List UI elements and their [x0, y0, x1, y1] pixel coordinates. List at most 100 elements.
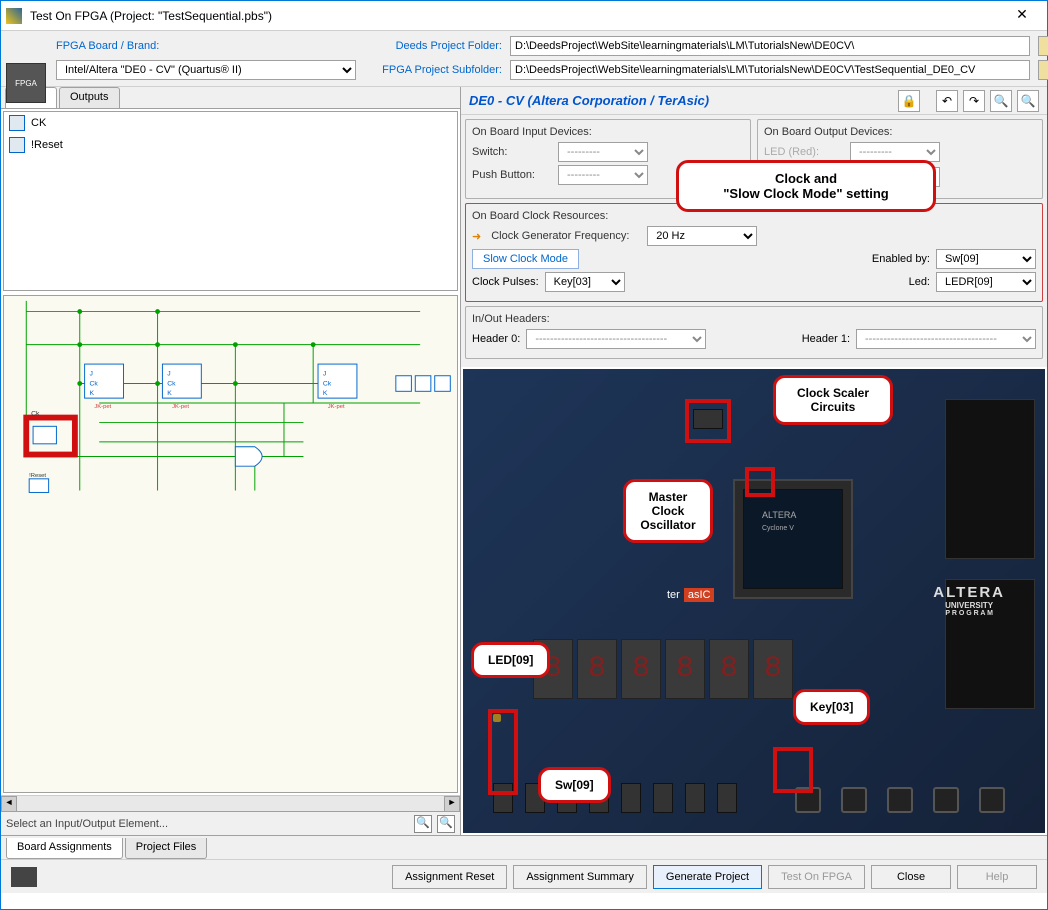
io-tabs: Inputs Outputs — [1, 87, 460, 109]
bottom-tabs: Board Assignments Project Files — [1, 835, 1047, 859]
svg-text:Ck: Ck — [323, 380, 332, 387]
clock-icon — [9, 115, 25, 131]
push-button-label: Push Button: — [472, 169, 552, 181]
highlight-key — [773, 747, 813, 793]
schematic-scrollbar[interactable]: ◄ ► — [1, 795, 460, 811]
input-devices-title: On Board Input Devices: — [472, 126, 744, 138]
top-labels: FPGA Board / Brand: Deeds Project Folder… — [56, 35, 1048, 82]
key-button — [979, 787, 1005, 813]
assignment-summary-button[interactable]: Assignment Summary — [513, 865, 647, 889]
chip-icon — [11, 867, 37, 887]
board-image[interactable]: ALTERA Cyclone V terasIC ALTERA UNIVERSI… — [463, 369, 1045, 833]
window-title: Test On FPGA (Project: "TestSequential.p… — [30, 9, 1002, 23]
close-icon[interactable]: ✕ — [1002, 6, 1042, 26]
reset-icon — [9, 137, 25, 153]
left-status-row: Select an Input/Output Element... 🔍 🔍 — [1, 811, 460, 835]
header0-select[interactable]: ------------------------------------ — [526, 329, 706, 349]
close-button[interactable]: Close — [871, 865, 951, 889]
project-folder-label: Deeds Project Folder: — [372, 40, 502, 52]
generate-project-button[interactable]: Generate Project — [653, 865, 762, 889]
tab-project-files[interactable]: Project Files — [125, 838, 208, 859]
highlight-led-sw — [488, 709, 518, 795]
switch-label: Switch: — [472, 146, 552, 158]
project-subfolder-input[interactable] — [510, 60, 1030, 80]
undo-icon[interactable]: ↶ — [936, 90, 958, 112]
led-select: --------- — [850, 142, 940, 162]
scroll-track[interactable] — [17, 796, 444, 811]
callout-clock-setting: Clock and "Slow Clock Mode" setting — [676, 160, 936, 212]
callout-led09: LED[09] — [471, 642, 550, 678]
zoom-in-icon[interactable]: 🔍 — [414, 815, 432, 833]
callout-oscillator: Master Clock Oscillator — [623, 479, 713, 543]
schematic-area[interactable]: J K Ck JK-pet J K Ck JK-pet J K Ck JK-pe… — [3, 295, 458, 793]
zoom-out-board-icon[interactable]: 🔍 — [1017, 90, 1039, 112]
header1-label: Header 1: — [802, 333, 850, 345]
folder-icon[interactable] — [1038, 36, 1048, 56]
led-label: LED (Red): — [764, 146, 844, 158]
seg-digit: 8 — [665, 639, 705, 699]
header1-select[interactable]: ------------------------------------ — [856, 329, 1036, 349]
redo-icon[interactable]: ↷ — [963, 90, 985, 112]
key-button — [933, 787, 959, 813]
titlebar: Test On FPGA (Project: "TestSequential.p… — [1, 1, 1047, 31]
led-out-label: Led: — [909, 276, 930, 288]
fpga-logo: FPGA — [6, 63, 46, 103]
signals-list[interactable]: CK !Reset — [3, 111, 458, 291]
seg-digit: 8 — [621, 639, 661, 699]
seg-digit: 8 — [577, 639, 617, 699]
scroll-left-icon[interactable]: ◄ — [1, 796, 17, 812]
signal-ck-label: CK — [31, 117, 46, 129]
app-icon — [6, 8, 22, 24]
enabled-by-select[interactable]: Sw[09] — [936, 249, 1036, 269]
tab-outputs[interactable]: Outputs — [59, 87, 120, 108]
push-button-select[interactable]: --------- — [558, 165, 648, 185]
led-out-select[interactable]: LEDR[09] — [936, 272, 1036, 292]
right-pane: DE0 - CV (Altera Corporation / TerAsic) … — [461, 87, 1047, 835]
io-headers-title: In/Out Headers: — [472, 313, 1036, 325]
board-title: DE0 - CV (Altera Corporation / TerAsic) — [469, 93, 893, 108]
svg-text:JK-pet: JK-pet — [328, 404, 345, 410]
svg-text:J: J — [89, 371, 92, 378]
switches-row — [493, 783, 737, 813]
switch-select[interactable]: --------- — [558, 142, 648, 162]
svg-text:Ck: Ck — [167, 380, 176, 387]
signal-reset-label: !Reset — [31, 139, 63, 151]
header0-label: Header 0: — [472, 333, 520, 345]
seven-seg-displays: 8 8 8 8 8 8 — [533, 639, 793, 699]
terasic-logo: terasIC — [663, 589, 714, 601]
svg-text:!Reset: !Reset — [29, 473, 46, 479]
scroll-right-icon[interactable]: ► — [444, 796, 460, 812]
svg-text:K: K — [167, 390, 172, 397]
project-folder-input[interactable] — [510, 36, 1030, 56]
zoom-in-board-icon[interactable]: 🔍 — [990, 90, 1012, 112]
signal-reset[interactable]: !Reset — [4, 134, 457, 156]
lock-icon[interactable]: 🔒 — [898, 90, 920, 112]
seg-digit: 8 — [753, 639, 793, 699]
tab-board-assignments[interactable]: Board Assignments — [6, 838, 123, 859]
board-header: DE0 - CV (Altera Corporation / TerAsic) … — [461, 87, 1047, 115]
callout-sw09: Sw[09] — [538, 767, 611, 803]
signal-ck[interactable]: CK — [4, 112, 457, 134]
gpio-header-0 — [945, 399, 1035, 559]
svg-text:J: J — [323, 371, 326, 378]
svg-text:JK-pet: JK-pet — [172, 404, 189, 410]
project-subfolder-label: FPGA Project Subfolder: — [372, 64, 502, 76]
output-devices-title: On Board Output Devices: — [764, 126, 1036, 138]
board-brand-select[interactable]: Intel/Altera "DE0 - CV" (Quartus® II) — [56, 60, 356, 80]
switch — [717, 783, 737, 813]
clock-gen-select[interactable]: 20 Hz — [647, 226, 757, 246]
svg-text:K: K — [89, 390, 94, 397]
zoom-out-icon[interactable]: 🔍 — [437, 815, 455, 833]
svg-text:Ck: Ck — [31, 411, 40, 418]
key-button — [841, 787, 867, 813]
clock-resources-fieldset: On Board Clock Resources: ➜ Clock Genera… — [465, 203, 1043, 302]
board-brand-label: FPGA Board / Brand: — [56, 40, 166, 52]
key-buttons-row — [795, 787, 1005, 813]
assignment-reset-button[interactable]: Assignment Reset — [392, 865, 507, 889]
clock-pulses-select[interactable]: Key[03] — [545, 272, 625, 292]
help-button[interactable]: Help — [957, 865, 1037, 889]
seg-digit: 8 — [709, 639, 749, 699]
slow-clock-button[interactable]: Slow Clock Mode — [472, 249, 579, 269]
schematic-svg: J K Ck JK-pet J K Ck JK-pet J K Ck JK-pe… — [4, 296, 457, 792]
open-folder-icon[interactable] — [1038, 60, 1048, 80]
